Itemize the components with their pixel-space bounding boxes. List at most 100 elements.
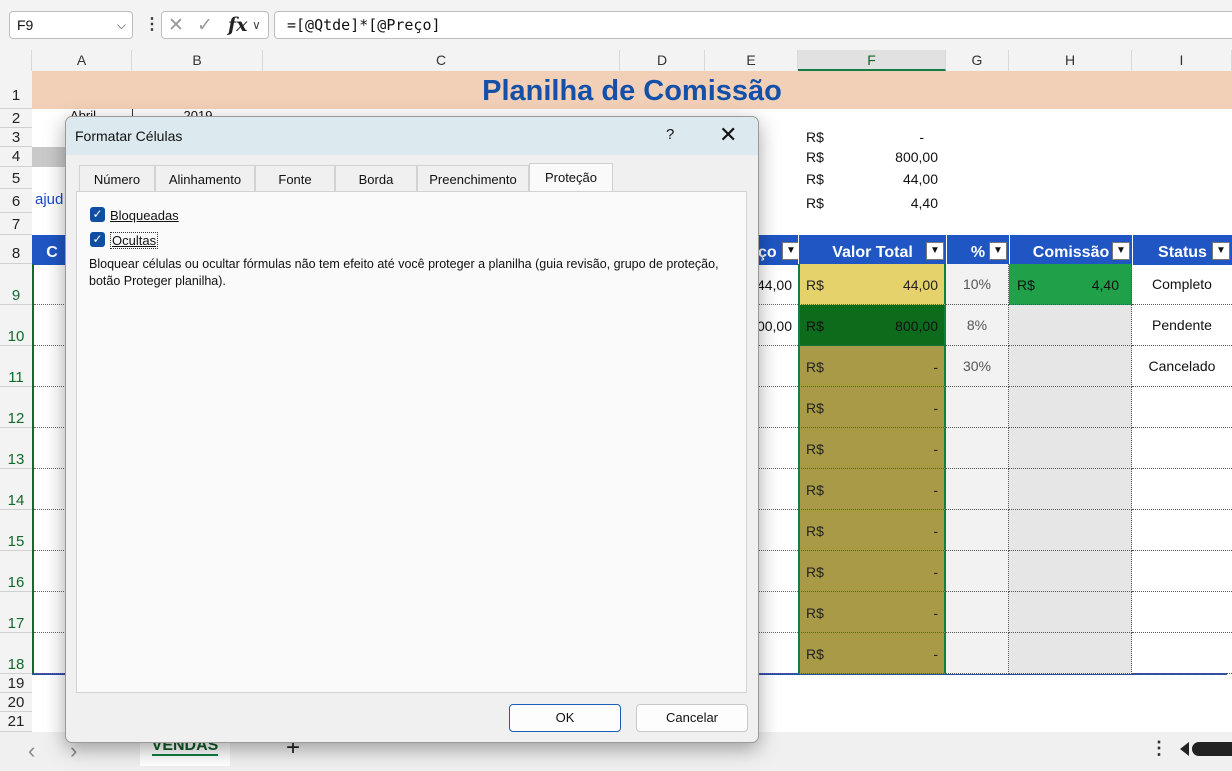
chevron-down-icon[interactable]: ⌵: [117, 12, 126, 38]
row-header[interactable]: 6: [0, 189, 32, 213]
row-header[interactable]: 17: [0, 592, 32, 633]
cell-valor-total[interactable]: R$ 44,00: [798, 264, 946, 305]
dialog-title-bar[interactable]: Formatar Células ? ✕: [66, 117, 758, 155]
name-box[interactable]: F9 ⌵: [9, 11, 133, 39]
cell-pct[interactable]: [946, 551, 1009, 592]
summary-value[interactable]: 44,00: [832, 171, 938, 189]
cell-pct[interactable]: 10%: [946, 264, 1009, 305]
cell-status[interactable]: [1132, 551, 1232, 592]
filter-dropdown-icon[interactable]: ▼: [926, 242, 944, 260]
tab-borda[interactable]: Borda: [335, 165, 417, 191]
help-link[interactable]: ajud: [35, 191, 65, 211]
cell-comissao[interactable]: [1009, 305, 1132, 346]
horizontal-scrollbar[interactable]: [1192, 742, 1232, 756]
checkbox-ocultas[interactable]: ✓: [90, 232, 105, 247]
row-header[interactable]: 3: [0, 128, 32, 147]
cell-valor-total[interactable]: R$ -: [798, 387, 946, 428]
cell-status[interactable]: Cancelado: [1132, 346, 1232, 387]
row-header[interactable]: 14: [0, 469, 32, 510]
cell-status[interactable]: [1132, 592, 1232, 633]
scroll-left-icon[interactable]: [1180, 742, 1189, 756]
row-header[interactable]: 21: [0, 712, 32, 732]
select-all-corner[interactable]: [0, 50, 32, 71]
chevron-down-icon[interactable]: ∨: [252, 18, 261, 32]
cell-status[interactable]: Completo: [1132, 264, 1232, 305]
cell-comissao[interactable]: [1009, 551, 1132, 592]
cell-comissao[interactable]: R$ 4,40: [1009, 264, 1132, 305]
tab-numero[interactable]: Número: [79, 165, 155, 191]
cell-pct[interactable]: [946, 592, 1009, 633]
row-header[interactable]: 4: [0, 147, 32, 167]
cell-status[interactable]: [1132, 469, 1232, 510]
row-header[interactable]: 12: [0, 387, 32, 428]
cell-pct[interactable]: 8%: [946, 305, 1009, 346]
summary-value[interactable]: 800,00: [832, 149, 938, 167]
cell-valor-total[interactable]: R$ -: [798, 346, 946, 387]
tab-preenchimento[interactable]: Preenchimento: [417, 165, 529, 191]
column-header-d[interactable]: D: [620, 50, 705, 71]
column-header-g[interactable]: G: [946, 50, 1009, 71]
more-options-icon[interactable]: ⋮: [1150, 738, 1168, 759]
cell-pct[interactable]: [946, 469, 1009, 510]
column-header-a[interactable]: A: [32, 50, 132, 71]
cell-status[interactable]: [1132, 387, 1232, 428]
row-header[interactable]: 18: [0, 633, 32, 674]
row-header[interactable]: 1: [0, 71, 32, 109]
filter-dropdown-icon[interactable]: ▼: [1212, 242, 1230, 260]
fx-icon[interactable]: fx: [228, 14, 248, 36]
cell-pct[interactable]: 30%: [946, 346, 1009, 387]
checkbox-bloqueadas[interactable]: ✓: [90, 207, 105, 222]
cell-valor-total[interactable]: R$ 800,00: [798, 305, 946, 346]
column-header-i[interactable]: I: [1132, 50, 1232, 71]
cell-pct[interactable]: [946, 428, 1009, 469]
cell-valor-total[interactable]: R$ -: [798, 551, 946, 592]
row-header[interactable]: 9: [0, 264, 32, 305]
column-header-b[interactable]: B: [132, 50, 263, 71]
row-header[interactable]: 19: [0, 674, 32, 693]
row-header[interactable]: 10: [0, 305, 32, 346]
cell-valor-total[interactable]: R$ -: [798, 428, 946, 469]
close-icon[interactable]: ✕: [719, 122, 737, 148]
row-header[interactable]: 13: [0, 428, 32, 469]
cell-comissao[interactable]: [1009, 633, 1132, 674]
cell-comissao[interactable]: [1009, 592, 1132, 633]
summary-value[interactable]: -: [832, 129, 924, 147]
tab-alinhamento[interactable]: Alinhamento: [155, 165, 255, 191]
row-header[interactable]: 2: [0, 109, 32, 128]
tab-protecao[interactable]: Proteção: [529, 163, 613, 192]
cell-pct[interactable]: [946, 510, 1009, 551]
filter-dropdown-icon[interactable]: ▼: [1112, 242, 1130, 260]
summary-value[interactable]: 4,40: [832, 195, 938, 213]
column-header-c[interactable]: C: [263, 50, 620, 71]
row-header[interactable]: 5: [0, 167, 32, 189]
cell-valor-total[interactable]: R$ -: [798, 510, 946, 551]
cell-valor-total[interactable]: R$ -: [798, 592, 946, 633]
row-header[interactable]: 11: [0, 346, 32, 387]
column-header-f[interactable]: F: [798, 50, 946, 71]
ok-button[interactable]: OK: [509, 704, 621, 732]
column-header-h[interactable]: H: [1009, 50, 1132, 71]
cell-valor-total[interactable]: R$ -: [798, 633, 946, 674]
label-ocultas[interactable]: Ocultas: [110, 232, 159, 249]
cell-status[interactable]: [1132, 428, 1232, 469]
cell-comissao[interactable]: [1009, 387, 1132, 428]
cell-comissao[interactable]: [1009, 510, 1132, 551]
cell-pct[interactable]: [946, 633, 1009, 674]
prev-sheet-icon[interactable]: ‹: [28, 738, 35, 764]
cancel-icon[interactable]: ✕: [168, 14, 184, 37]
row-header[interactable]: 8: [0, 235, 32, 264]
row-header[interactable]: 16: [0, 551, 32, 592]
help-icon[interactable]: ?: [666, 126, 674, 143]
row-header[interactable]: 15: [0, 510, 32, 551]
column-header-e[interactable]: E: [705, 50, 798, 71]
tab-fonte[interactable]: Fonte: [255, 165, 335, 191]
row-header[interactable]: 20: [0, 693, 32, 712]
cell-comissao[interactable]: [1009, 428, 1132, 469]
cell-valor-total[interactable]: R$ -: [798, 469, 946, 510]
formula-input[interactable]: =[@Qtde]*[@Preço]: [274, 11, 1232, 39]
label-bloqueadas[interactable]: Bloqueadas: [110, 208, 179, 223]
cell-status[interactable]: [1132, 633, 1232, 674]
cell-comissao[interactable]: [1009, 346, 1132, 387]
enter-icon[interactable]: ✓: [197, 14, 213, 37]
cell-comissao[interactable]: [1009, 469, 1132, 510]
